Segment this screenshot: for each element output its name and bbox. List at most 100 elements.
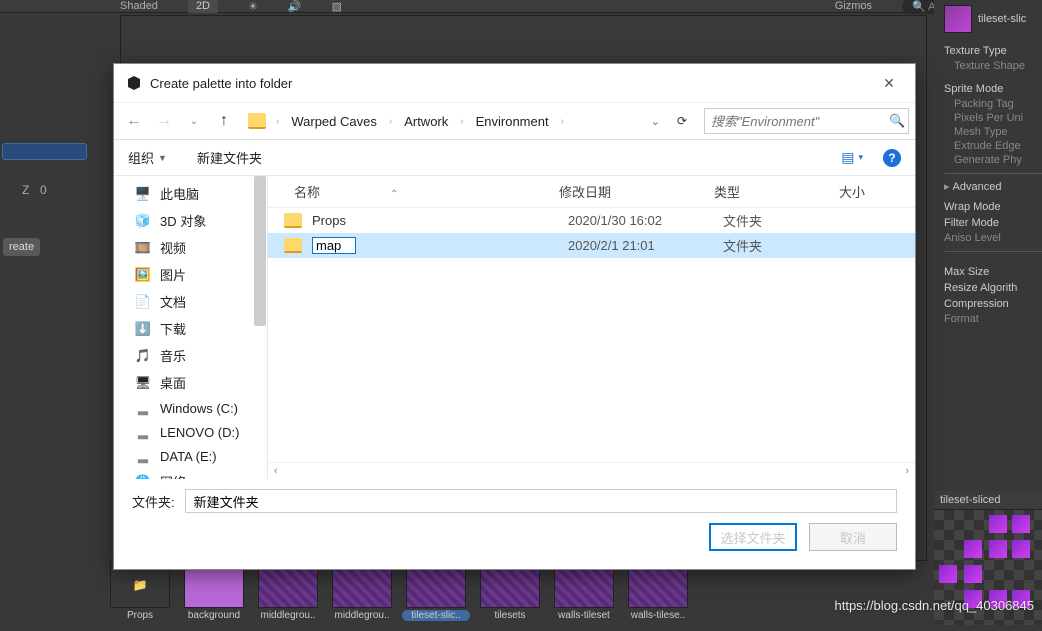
resize-algorithm[interactable]: Resize Algorith xyxy=(944,280,1042,296)
select-folder-button[interactable]: 选择文件夹 xyxy=(709,523,797,551)
sidebar-item[interactable]: 🧊3D 对象 xyxy=(114,207,267,234)
scroll-right-icon[interactable]: › xyxy=(905,465,909,477)
asset-item[interactable]: middlegrou.. xyxy=(254,561,322,631)
dialog-toolbar: 组织 ▼ 新建文件夹 ▤ ▾ ? xyxy=(114,140,915,176)
new-folder-button[interactable]: 新建文件夹 xyxy=(197,148,262,167)
audio-icon[interactable]: 🔊 xyxy=(288,0,302,13)
breadcrumb-item[interactable]: Artwork xyxy=(398,110,454,133)
max-size[interactable]: Max Size xyxy=(944,264,1042,280)
sidebar-item-label: DATA (E:) xyxy=(160,449,217,464)
sidebar-item-label: 网络 xyxy=(160,472,186,479)
format: Format xyxy=(944,312,1042,326)
sidebar-item[interactable]: 🌐网络 xyxy=(114,468,267,479)
col-name[interactable]: 名称⌃ xyxy=(284,182,559,201)
nav-up-icon[interactable]: ↑ xyxy=(210,107,238,135)
asset-item[interactable]: walls-tileset xyxy=(550,561,618,631)
asset-item[interactable]: middlegrou.. xyxy=(328,561,396,631)
help-icon[interactable]: ? xyxy=(883,149,901,167)
extrude-edges[interactable]: Extrude Edge xyxy=(944,139,1042,153)
horizontal-scrollbar[interactable]: ‹ › xyxy=(268,462,915,479)
unity-logo-icon xyxy=(126,75,142,91)
preview-title: tileset-sliced xyxy=(934,491,1042,510)
breadcrumb-item[interactable]: Warped Caves xyxy=(285,110,383,133)
asset-item[interactable]: tilesets xyxy=(476,561,544,631)
sprite-mode-label[interactable]: Sprite Mode xyxy=(944,81,1042,97)
compression[interactable]: Compression xyxy=(944,296,1042,312)
sidebar-item-label: 下载 xyxy=(160,319,186,338)
cancel-button[interactable]: 取消 xyxy=(809,523,897,551)
scroll-left-icon[interactable]: ‹ xyxy=(274,465,278,477)
expand-icon[interactable]: ▸ xyxy=(944,181,950,193)
file-rows: Props2020/1/30 16:02文件夹2020/2/1 21:01文件夹 xyxy=(268,208,915,462)
sidebar-item[interactable]: ▂Windows (C:) xyxy=(114,396,267,420)
col-type[interactable]: 类型 xyxy=(714,182,839,201)
shading-mode[interactable]: Shaded xyxy=(120,0,158,12)
sidebar-item[interactable]: 📄文档 xyxy=(114,288,267,315)
sidebar-item-label: LENOVO (D:) xyxy=(160,425,239,440)
search-icon[interactable]: 🔍 xyxy=(889,113,905,129)
advanced-section[interactable]: Advanced xyxy=(953,181,1002,193)
search-input[interactable] xyxy=(711,114,889,129)
nav-back-icon[interactable]: ← xyxy=(120,107,148,135)
sidebar-item[interactable]: 🎵音乐 xyxy=(114,342,267,369)
file-row[interactable]: Props2020/1/30 16:02文件夹 xyxy=(268,208,915,233)
asset-item[interactable]: background xyxy=(180,561,248,631)
selected-field[interactable] xyxy=(2,143,87,160)
generate-physics[interactable]: Generate Phy xyxy=(944,153,1042,167)
asset-name: Props xyxy=(106,610,174,621)
search-box[interactable]: 🔍 xyxy=(704,108,909,134)
breadcrumb-item[interactable]: Environment xyxy=(470,110,555,133)
create-button[interactable]: reate xyxy=(3,238,40,256)
drive-icon: ▂ xyxy=(134,424,152,440)
scrollbar-thumb[interactable] xyxy=(254,176,266,326)
pixels-per-unit[interactable]: Pixels Per Uni xyxy=(944,111,1042,125)
texture-type-label[interactable]: Texture Type xyxy=(944,43,1042,59)
file-row[interactable]: 2020/2/1 21:01文件夹 xyxy=(268,233,915,258)
dialog-body: 🖥️ 此电脑 🧊3D 对象🎞️视频🖼️图片📄文档⬇️下载🎵音乐🖥桌面▂Windows… xyxy=(114,176,915,479)
light-icon[interactable]: ☀ xyxy=(248,0,258,13)
file-list: 名称⌃ 修改日期 类型 大小 Props2020/1/30 16:02文件夹20… xyxy=(268,176,915,479)
z-value[interactable]: 0 xyxy=(40,183,47,197)
sidebar-item-label: 图片 xyxy=(160,265,186,284)
organize-menu[interactable]: 组织 ▼ xyxy=(128,148,167,167)
rename-input[interactable] xyxy=(312,237,356,254)
gizmos-dropdown[interactable]: Gizmos xyxy=(835,0,872,12)
mode-2d-toggle[interactable]: 2D xyxy=(188,0,218,13)
asset-item[interactable]: 📁Props xyxy=(106,561,174,631)
sidebar-item-label: 此电脑 xyxy=(160,184,199,203)
sidebar-item[interactable]: ⬇️下载 xyxy=(114,315,267,342)
folder-name-input[interactable] xyxy=(185,489,897,513)
chevron-right-icon[interactable]: › xyxy=(456,116,467,127)
sidebar-item-label: 音乐 xyxy=(160,346,186,365)
chevron-right-icon[interactable]: › xyxy=(557,116,568,127)
location-icon: 🖥 xyxy=(134,375,152,391)
refresh-icon[interactable]: ⟳ xyxy=(670,109,694,133)
folder-icon xyxy=(284,238,302,253)
location-icon: 🎞️ xyxy=(134,240,152,256)
fx-icon[interactable]: ▧ xyxy=(332,0,342,13)
filter-mode[interactable]: Filter Mode xyxy=(944,215,1042,231)
mesh-type[interactable]: Mesh Type xyxy=(944,125,1042,139)
file-type: 文件夹 xyxy=(723,211,848,230)
wrap-mode[interactable]: Wrap Mode xyxy=(944,199,1042,215)
chevron-right-icon[interactable]: › xyxy=(272,116,283,127)
packing-tag[interactable]: Packing Tag xyxy=(944,97,1042,111)
breadcrumb[interactable]: › Warped Caves › Artwork › Environment ›… xyxy=(244,110,668,133)
sort-icon: ⌃ xyxy=(390,189,398,200)
col-size[interactable]: 大小 xyxy=(839,182,899,201)
asset-item[interactable]: tileset-slic.. xyxy=(402,561,470,631)
sidebar-item[interactable]: 🖥️ 此电脑 xyxy=(114,180,267,207)
sidebar-item[interactable]: 🖼️图片 xyxy=(114,261,267,288)
nav-recent-icon[interactable]: ⌄ xyxy=(180,107,208,135)
chevron-right-icon[interactable]: › xyxy=(385,116,396,127)
breadcrumb-dropdown-icon[interactable]: ⌄ xyxy=(643,115,668,128)
sidebar-item[interactable]: 🖥桌面 xyxy=(114,369,267,396)
close-button[interactable]: ✕ xyxy=(875,69,903,97)
location-icon: 🖥️ xyxy=(134,186,152,202)
sidebar-item[interactable]: 🎞️视频 xyxy=(114,234,267,261)
view-mode-button[interactable]: ▤ ▾ xyxy=(841,149,863,166)
sidebar-item[interactable]: ▂ LENOVO (D:) xyxy=(114,420,267,444)
col-date[interactable]: 修改日期 xyxy=(559,182,714,201)
asset-item[interactable]: walls-tilese.. xyxy=(624,561,692,631)
sidebar-item[interactable]: ▂DATA (E:) xyxy=(114,444,267,468)
